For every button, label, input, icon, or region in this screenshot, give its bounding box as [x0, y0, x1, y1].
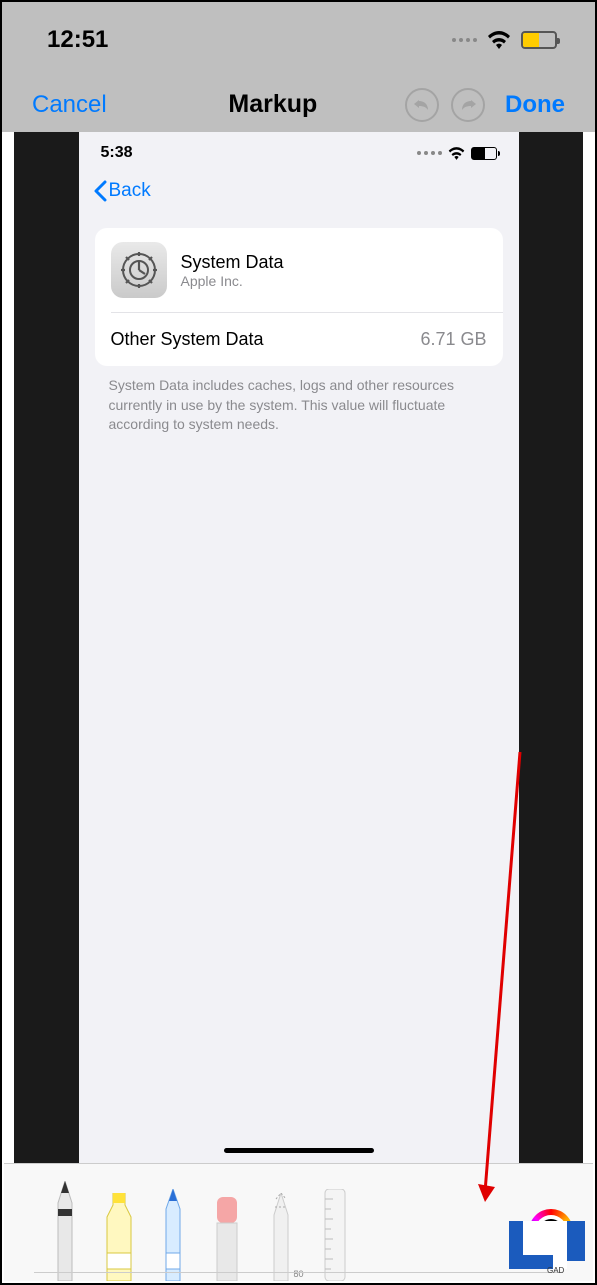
row-value: 6.71 GB: [420, 329, 486, 350]
inner-signal-icon: [417, 151, 442, 155]
svg-text:GAD: GAD: [547, 1266, 565, 1275]
pen-tool[interactable]: [44, 1181, 86, 1281]
lasso-tool[interactable]: [260, 1193, 302, 1281]
redo-button[interactable]: [451, 88, 485, 122]
back-button[interactable]: Back: [79, 166, 519, 228]
redo-icon: [459, 98, 477, 112]
pencil-icon: [156, 1189, 190, 1281]
other-system-data-row[interactable]: Other System Data 6.71 GB: [95, 313, 503, 366]
settings-app-icon: [111, 242, 167, 298]
chevron-left-icon: [93, 180, 107, 202]
cancel-button[interactable]: Cancel: [32, 91, 107, 119]
undo-button[interactable]: [405, 88, 439, 122]
card-title: System Data: [181, 252, 284, 273]
wifi-icon: [487, 31, 511, 49]
inner-wifi-icon: [448, 147, 465, 160]
lasso-icon: [265, 1193, 297, 1281]
battery-icon: [521, 31, 557, 49]
ruler-tool[interactable]: [314, 1189, 356, 1281]
done-button[interactable]: Done: [505, 91, 565, 119]
system-data-card: System Data Apple Inc. Other System Data…: [95, 228, 503, 366]
signal-icon: [452, 38, 477, 42]
eraser-icon: [209, 1197, 245, 1281]
tray-divider: [34, 1272, 563, 1273]
gear-icon: [119, 250, 159, 290]
device-status-bar: 12:51: [2, 2, 595, 77]
marker-tool[interactable]: 80: [98, 1193, 140, 1281]
device-time: 12:51: [47, 26, 108, 54]
inner-status-bar: 5:38: [79, 132, 519, 166]
markup-toolbar: Cancel Markup Done: [2, 77, 595, 132]
ruler-icon: [319, 1189, 351, 1281]
back-label: Back: [109, 180, 151, 202]
eraser-tool[interactable]: [206, 1197, 248, 1281]
description-text: System Data includes caches, logs and ot…: [79, 366, 519, 445]
row-label: Other System Data: [111, 329, 264, 350]
pencil-tool[interactable]: 50: [152, 1189, 194, 1281]
status-icons: [452, 31, 557, 49]
marker-icon: [99, 1193, 139, 1281]
watermark-logo: GAD: [509, 1215, 589, 1275]
inner-battery-icon: [471, 147, 497, 160]
screenshot-content: 5:38 Back: [79, 132, 519, 1163]
undo-icon: [413, 98, 431, 112]
pen-icon: [47, 1181, 83, 1281]
card-subtitle: Apple Inc.: [181, 273, 284, 289]
annotation-arrow: [475, 742, 535, 1212]
home-indicator: [224, 1148, 374, 1153]
inner-time: 5:38: [101, 144, 133, 162]
markup-title: Markup: [147, 90, 399, 119]
